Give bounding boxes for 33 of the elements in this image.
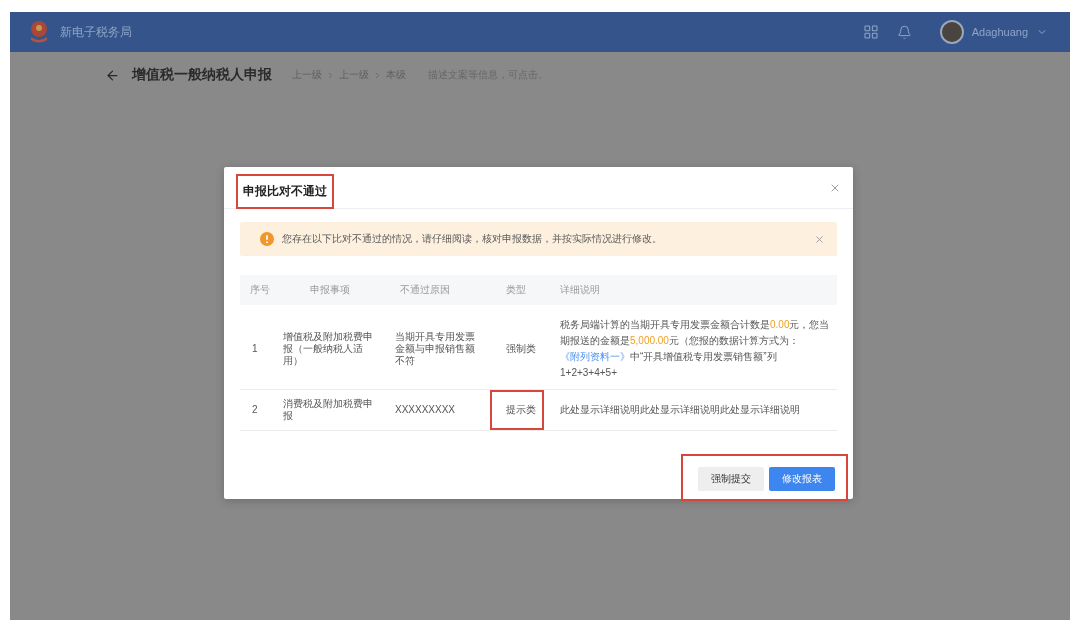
table-cell: XXXXXXXXX [395, 404, 456, 416]
user-name[interactable]: Adaghuang [971, 26, 1028, 38]
close-button[interactable] [829, 182, 841, 194]
table-cell-text: 税务局端计算的当期开具专用发票金额合计数是0.00元，您当期报送的金额是5,000.00元（您报的数据计算方式为： 《附列资料一》中“开具增值税专用发票销售额”列1+2+3+4+5+ [560, 318, 831, 380]
bell-icon[interactable] [896, 24, 912, 40]
grid-icon[interactable] [862, 24, 879, 40]
brand-name: 新电子税务局 [60, 23, 132, 41]
column-header: 类型 [505, 283, 527, 297]
back-icon[interactable] [105, 67, 120, 83]
table-cell: 强制类 [506, 343, 536, 355]
link[interactable]: 《附列资料一》 [560, 351, 630, 362]
table-cell-text: 此处显示详细说明此处显示详细说明此处显示详细说明 [560, 403, 800, 417]
chevron-right-icon [326, 70, 335, 80]
chevron-right-icon [373, 70, 382, 80]
column-header: 序号 [249, 283, 271, 297]
alert-text: 您存在以下比对不通过的情况，请仔细阅读，核对申报数据，并按实际情况进行修改。 [282, 232, 663, 246]
column-header: 详细说明 [559, 283, 601, 297]
column-header: 申报事项 [309, 283, 351, 297]
table-cell-text: 消费税及附加税费申报 [283, 398, 374, 422]
avatar-placeholder[interactable] [939, 20, 964, 44]
close-button[interactable] [814, 233, 825, 245]
table-cell: 2 [252, 404, 258, 416]
table-cell: 提示类 [506, 404, 536, 416]
column-header: 不通过原因 [399, 283, 451, 297]
primary-button[interactable]: 修改报表 [769, 467, 835, 491]
emblem-icon [28, 20, 50, 44]
warning-icon [260, 232, 274, 246]
secondary-button[interactable]: 强制提交 [698, 467, 764, 491]
page-title: 增值税一般纳税人申报 [132, 66, 272, 84]
table-cell-text: 增值税及附加税费申报（一般纳税人适用） [283, 331, 374, 367]
dialog-title: 申报比对不通过 [243, 183, 327, 200]
table-cell-text: 当期开具专用发票金额与申报销售额不符 [395, 331, 476, 367]
table-cell: 1 [252, 343, 258, 355]
